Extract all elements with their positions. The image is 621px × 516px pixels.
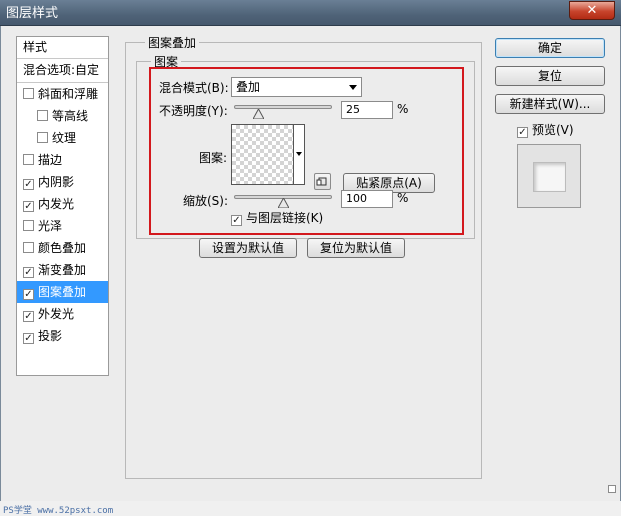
style-item-label: 等高线 <box>52 109 89 123</box>
checkbox-icon[interactable]: ✓ <box>23 311 34 322</box>
preview-checkbox[interactable]: ✓ 预览(V) <box>517 121 574 138</box>
checkbox-icon[interactable] <box>37 132 48 143</box>
preview-label: 预览(V) <box>532 123 574 137</box>
window-title: 图层样式 <box>6 6 59 21</box>
watermark: PS学堂 www.52psxt.com <box>3 506 114 516</box>
style-preview-thumbnail <box>517 144 581 208</box>
highlight-frame <box>149 67 464 235</box>
style-item-label: 投影 <box>38 329 63 343</box>
ok-button[interactable]: 确定 <box>495 38 605 58</box>
checkbox-icon[interactable]: ✓ <box>517 127 528 138</box>
dialog-body: 样式 混合选项:自定 斜面和浮雕等高线纹理描边 ✓ 内阴影 ✓ 内发光光泽颜色叠加 ✓ 渐变… <box>0 26 621 516</box>
close-button[interactable]: ✕ <box>569 1 615 20</box>
style-item[interactable]: ✓ 图案叠加 <box>17 281 108 303</box>
new-style-button[interactable]: 新建样式(W)... <box>495 94 605 114</box>
title-bar: 图层样式 ✕ <box>0 0 621 26</box>
style-item[interactable]: ✓ 投影 <box>17 325 108 347</box>
checkbox-icon[interactable] <box>23 154 34 165</box>
style-item-label: 颜色叠加 <box>38 241 87 255</box>
reset-to-default-button[interactable]: 复位为默认值 <box>307 238 405 258</box>
resize-grip-icon[interactable] <box>608 485 616 493</box>
style-item-label: 斜面和浮雕 <box>38 87 99 101</box>
style-item-label: 描边 <box>38 153 63 167</box>
checkbox-icon[interactable] <box>23 88 34 99</box>
style-item[interactable]: ✓ 内发光 <box>17 193 108 215</box>
checkbox-icon[interactable] <box>23 242 34 253</box>
style-item[interactable]: ✓ 内阴影 <box>17 171 108 193</box>
style-item[interactable]: ✓ 渐变叠加 <box>17 259 108 281</box>
style-item[interactable]: 描边 <box>17 149 108 171</box>
style-item-label: 内发光 <box>38 197 75 211</box>
make-default-button[interactable]: 设置为默认值 <box>199 238 297 258</box>
blending-options-item[interactable]: 混合选项:自定 <box>17 59 108 83</box>
style-item[interactable]: 光泽 <box>17 215 108 237</box>
style-item-label: 光泽 <box>38 219 63 233</box>
checkbox-icon[interactable]: ✓ <box>23 267 34 278</box>
pattern-overlay-title: 图案叠加 <box>145 34 200 51</box>
style-item[interactable]: 颜色叠加 <box>17 237 108 259</box>
style-items: 斜面和浮雕等高线纹理描边 ✓ 内阴影 ✓ 内发光光泽颜色叠加 ✓ 渐变叠加 ✓ 图案叠加 ✓ 外发光… <box>17 83 108 347</box>
checkbox-icon[interactable]: ✓ <box>23 179 34 190</box>
style-item-label: 内阴影 <box>38 175 75 189</box>
style-item-label: 图案叠加 <box>38 285 87 299</box>
preview-swatch <box>533 162 566 192</box>
checkbox-icon[interactable]: ✓ <box>23 333 34 344</box>
style-item-label: 外发光 <box>38 307 75 321</box>
styles-list: 样式 混合选项:自定 斜面和浮雕等高线纹理描边 ✓ 内阴影 ✓ 内发光光泽颜色叠加 ✓ 渐变… <box>16 36 109 376</box>
style-item[interactable]: 等高线 <box>17 105 108 127</box>
checkbox-icon[interactable] <box>37 110 48 121</box>
style-item[interactable]: 斜面和浮雕 <box>17 83 108 105</box>
style-item-label: 纹理 <box>52 131 77 145</box>
style-item[interactable]: 纹理 <box>17 127 108 149</box>
checkbox-icon[interactable] <box>23 220 34 231</box>
style-item[interactable]: ✓ 外发光 <box>17 303 108 325</box>
styles-list-header[interactable]: 样式 <box>17 37 108 59</box>
reset-button[interactable]: 复位 <box>495 66 605 86</box>
style-item-label: 渐变叠加 <box>38 263 87 277</box>
checkbox-icon[interactable]: ✓ <box>23 201 34 212</box>
checkbox-icon[interactable]: ✓ <box>23 289 34 300</box>
